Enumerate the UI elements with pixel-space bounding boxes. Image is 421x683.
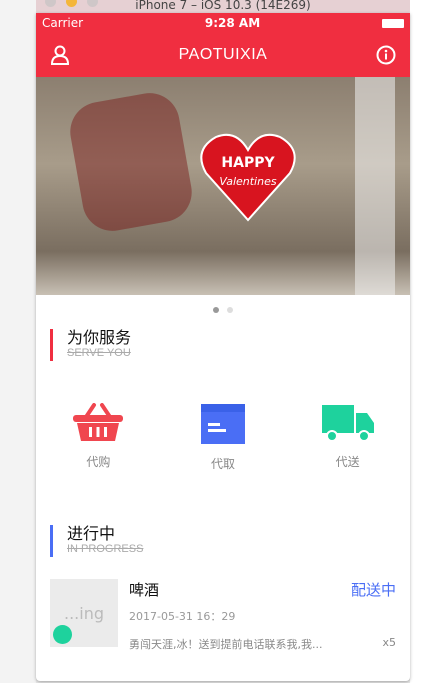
order-thumbnail: ...ing <box>50 579 118 647</box>
section-subtitle: IN PROGRESS <box>67 543 144 555</box>
section-title: 为你服务 <box>67 328 132 347</box>
progress-header: 进行中 IN PROGRESS <box>36 525 410 559</box>
service-daisong[interactable]: 代送 <box>303 403 393 513</box>
service-label: 代送 <box>335 455 360 469</box>
zoom-button[interactable] <box>87 0 98 7</box>
minimize-button[interactable] <box>66 0 77 7</box>
info-icon[interactable] <box>376 45 396 65</box>
banner-carousel[interactable]: HAPPY Valentines <box>36 77 410 295</box>
service-daigou[interactable]: 代购 <box>53 403 143 513</box>
section-title: 进行中 <box>67 524 116 543</box>
heart-top-text: HAPPY <box>221 155 275 171</box>
basket-icon <box>73 403 124 441</box>
service-label: 代购 <box>86 455 111 469</box>
phone-screen: Carrier 9:28 AM PAOTUIXIA HAPPY Valentin… <box>36 13 410 681</box>
box-icon <box>200 404 245 444</box>
accent-bar <box>50 329 53 361</box>
page-dot[interactable] <box>213 307 219 313</box>
service-daiqu[interactable]: 代取 <box>178 403 268 513</box>
section-subtitle: SERVE YOU <box>67 347 131 359</box>
thumbnail-placeholder: ...ing <box>64 603 104 623</box>
graffiti-art <box>65 88 197 236</box>
page-dot[interactable] <box>227 307 233 313</box>
close-button[interactable] <box>45 0 56 7</box>
user-icon[interactable] <box>50 45 70 65</box>
heart-bottom-text: Valentines <box>219 175 276 188</box>
carousel-indicator <box>36 295 410 325</box>
accent-bar <box>50 525 53 557</box>
order-status: 配送中 <box>350 581 396 599</box>
order-item[interactable]: ...ing 啤酒 配送中 2017-05-31 16：29 勇闯天涯,冰！送到… <box>36 579 410 652</box>
order-qty: x5 <box>382 636 396 649</box>
delivery-badge-icon <box>53 625 72 644</box>
desktop-background <box>0 0 36 683</box>
service-label: 代取 <box>210 457 235 471</box>
truck-icon <box>321 405 374 442</box>
background-window <box>410 0 421 683</box>
graffiti-figure <box>355 77 395 295</box>
carrier: Carrier <box>42 16 84 30</box>
services-header: 为你服务 SERVE YOU <box>36 329 410 363</box>
nav-bar: PAOTUIXIA <box>36 33 410 77</box>
app-title: PAOTUIXIA <box>178 46 268 63</box>
order-name: 啤酒 <box>129 581 160 599</box>
order-note: 勇闯天涯,冰！送到提前电话联系我,我... <box>129 638 323 651</box>
heart-icon: HAPPY Valentines <box>200 133 296 222</box>
order-time: 2017-05-31 16：29 <box>129 610 236 623</box>
simulator-titlebar: iPhone 7 – iOS 10.3 (14E269) <box>36 0 410 13</box>
clock: 9:28 AM <box>204 16 261 30</box>
status-bar: Carrier 9:28 AM <box>36 13 410 33</box>
battery-icon <box>382 18 404 28</box>
window-title: iPhone 7 – iOS 10.3 (14E269) <box>135 0 311 12</box>
services-grid: 代购 代取 代送 <box>36 403 410 513</box>
